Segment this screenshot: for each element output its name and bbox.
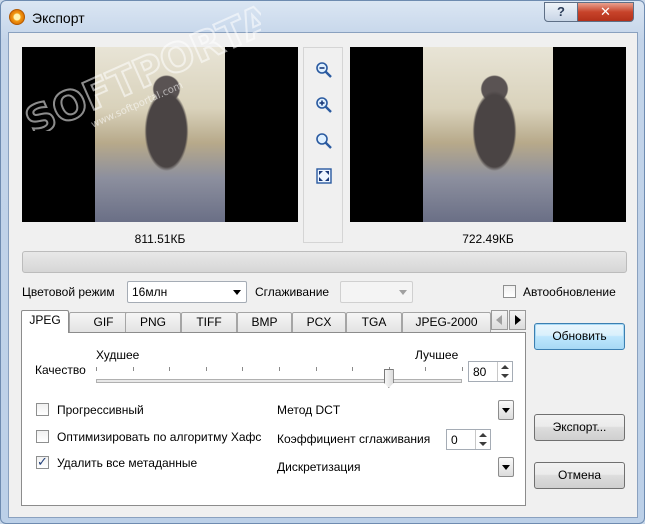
export-button[interactable]: Экспорт... xyxy=(534,414,625,441)
quality-label: Качество xyxy=(35,363,86,377)
help-button[interactable]: ? xyxy=(544,2,578,22)
smoothing-coef-spinbox[interactable]: 0 xyxy=(446,429,491,450)
quality-spin-buttons[interactable] xyxy=(497,362,512,381)
fit-to-window-icon[interactable] xyxy=(315,167,333,185)
auto-update-label[interactable]: Автообновление xyxy=(523,285,616,299)
smoothing-coef-spin-buttons[interactable] xyxy=(475,430,490,449)
smoothing-coef-label: Коэффициент сглаживания xyxy=(277,432,431,446)
subsampling-label: Дискретизация xyxy=(277,460,361,474)
strip-metadata-checkbox[interactable]: ✓ xyxy=(36,454,49,469)
quality-best-label: Лучшее xyxy=(415,348,459,362)
quality-slider-track[interactable] xyxy=(96,379,462,383)
close-button[interactable]: ✕ xyxy=(577,2,634,22)
quality-tick xyxy=(279,367,280,371)
dct-method-dropdown[interactable] xyxy=(498,400,514,420)
quality-tick xyxy=(316,367,317,371)
smoothing-coef-value: 0 xyxy=(451,433,458,447)
zoom-in-icon[interactable] xyxy=(315,96,333,114)
dialog-client-area: 811.51КБ 722.49КБ Цветовой режим 16млн С… xyxy=(8,32,638,518)
strip-metadata-label[interactable]: Удалить все метаданные xyxy=(57,456,197,470)
quality-worst-label: Худшее xyxy=(96,348,140,362)
original-preview[interactable] xyxy=(22,47,298,222)
color-mode-label: Цветовой режим xyxy=(22,285,115,299)
huffman-checkbox[interactable] xyxy=(36,430,49,443)
original-size-label: 811.51КБ xyxy=(134,232,186,246)
tab-png[interactable]: PNG xyxy=(125,312,181,332)
quality-tick xyxy=(425,367,426,371)
export-dialog: Экспорт ? ✕ 811.51КБ 722.49КБ Цветовой р… xyxy=(0,0,645,524)
quality-tick xyxy=(462,367,463,371)
cancel-button[interactable]: Отмена xyxy=(534,462,625,489)
format-tabs: JPEG GIF PNG TIFF BMP PCX TGA JPEG-2000 xyxy=(21,310,507,333)
quality-tick xyxy=(133,367,134,371)
chevron-down-icon xyxy=(502,465,510,470)
zoom-toolbar xyxy=(303,47,343,243)
smoothing-select[interactable] xyxy=(340,281,413,303)
tab-scroll-right-button[interactable] xyxy=(509,310,526,330)
quality-tick xyxy=(242,367,243,371)
chevron-down-icon xyxy=(399,290,407,295)
quality-tick xyxy=(206,367,207,371)
export-progress-bar xyxy=(22,251,627,273)
tab-jpeg[interactable]: JPEG xyxy=(21,310,69,333)
result-preview[interactable] xyxy=(350,47,626,222)
zoom-out-icon[interactable] xyxy=(315,61,333,79)
chevron-down-icon xyxy=(233,290,241,295)
dct-method-label: Метод DCT xyxy=(277,403,341,417)
result-photo xyxy=(423,47,553,222)
spin-up-icon[interactable] xyxy=(501,365,509,369)
subsampling-dropdown[interactable] xyxy=(498,457,514,477)
app-icon xyxy=(9,9,25,25)
spin-down-icon[interactable] xyxy=(479,442,487,446)
tab-scroll-left-button[interactable] xyxy=(491,310,508,330)
quality-slider-thumb[interactable] xyxy=(383,369,394,388)
color-mode-value: 16млн xyxy=(132,285,168,299)
smoothing-label: Сглаживание xyxy=(255,285,330,299)
quality-spinbox[interactable]: 80 xyxy=(468,361,513,382)
zoom-actual-icon[interactable] xyxy=(315,132,333,150)
arrow-right-icon xyxy=(515,315,521,325)
tab-jpeg-2000[interactable]: JPEG-2000 xyxy=(402,312,491,332)
window-title: Экспорт xyxy=(32,10,85,26)
arrow-left-icon xyxy=(496,315,502,325)
quality-tick xyxy=(96,367,97,371)
jpeg-settings-panel: Качество Худшее Лучшее 80 Прогрессивный … xyxy=(21,332,526,506)
tab-bmp[interactable]: BMP xyxy=(237,312,292,332)
result-size-label: 722.49КБ xyxy=(462,232,514,246)
tab-tga[interactable]: TGA xyxy=(346,312,402,332)
auto-update-checkbox[interactable] xyxy=(503,285,516,298)
quality-tick xyxy=(352,367,353,371)
progressive-label[interactable]: Прогрессивный xyxy=(57,403,144,417)
quality-value: 80 xyxy=(473,365,487,379)
check-icon: ✓ xyxy=(37,454,48,469)
huffman-label[interactable]: Оптимизировать по алгоритму Хафс xyxy=(57,430,270,444)
progressive-checkbox[interactable] xyxy=(36,403,49,416)
refresh-button[interactable]: Обновить xyxy=(534,323,625,350)
spin-up-icon[interactable] xyxy=(479,433,487,437)
tab-pcx[interactable]: PCX xyxy=(292,312,346,332)
title-bar[interactable]: Экспорт ? ✕ xyxy=(1,1,644,33)
quality-tick xyxy=(169,367,170,371)
chevron-down-icon xyxy=(502,408,510,413)
tab-tiff[interactable]: TIFF xyxy=(181,312,237,332)
original-photo xyxy=(95,47,225,222)
spin-down-icon[interactable] xyxy=(501,374,509,378)
color-mode-select[interactable]: 16млн xyxy=(127,281,247,303)
